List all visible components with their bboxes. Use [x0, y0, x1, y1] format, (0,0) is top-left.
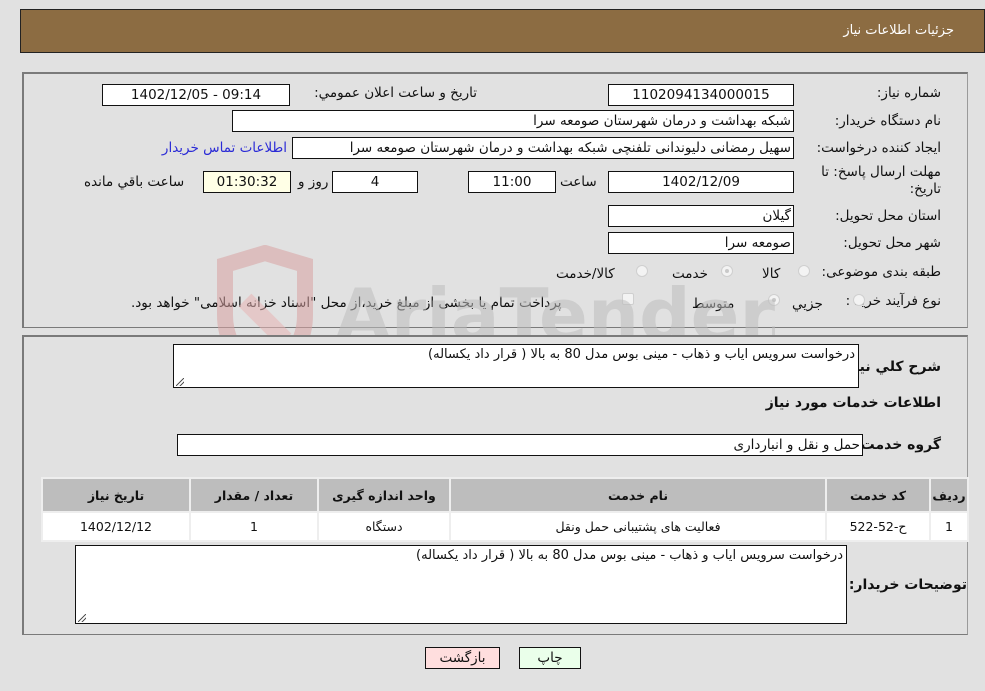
back-button[interactable]: بازگشت [425, 647, 500, 669]
col-unit: واحد اندازه گیری [317, 477, 451, 513]
remaining-time-label: ساعت باقي مانده [84, 174, 185, 190]
services-table: ردیف کد خدمت نام خدمت واحد اندازه گیری ت… [41, 477, 969, 542]
col-service-name: نام خدمت [449, 477, 827, 513]
remaining-time-field: 01:30:32 [203, 171, 291, 193]
province-label: استان محل تحویل: [835, 208, 941, 224]
print-button[interactable]: چاپ [519, 647, 581, 669]
deadline-time-label: ساعت [560, 174, 597, 190]
service-group-label: گروه خدمت: [855, 437, 941, 453]
buyer-notes-label: توضیحات خریدار: [848, 577, 967, 593]
category-option-goods-service: کالا/خدمت [556, 266, 615, 282]
table-header-row: ردیف کد خدمت نام خدمت واحد اندازه گیری ت… [41, 477, 969, 513]
need-number-label: شماره نیاز: [876, 85, 941, 101]
deadline-time-field[interactable]: 11:00 [468, 171, 556, 193]
city-label: شهر محل تحویل: [843, 235, 941, 251]
buyer-org-field[interactable]: شبکه بهداشت و درمان شهرستان صومعه سرا [232, 110, 794, 132]
buyer-contact-link[interactable]: اطلاعات تماس خریدار [162, 140, 287, 156]
deadline-date-field[interactable]: 1402/12/09 [608, 171, 794, 193]
creator-label: ایجاد کننده درخواست: [816, 140, 941, 156]
cell-service-code: ح-52-522 [825, 511, 931, 542]
city-field[interactable]: صومعه سرا [608, 232, 794, 254]
category-radio-goods[interactable] [798, 265, 810, 277]
category-radio-goods-service[interactable] [636, 265, 648, 277]
col-need-date: تاریخ نیاز [41, 477, 191, 513]
col-service-code: کد خدمت [825, 477, 931, 513]
cell-row-number: 1 [929, 511, 969, 542]
province-field[interactable]: گیلان [608, 205, 794, 227]
category-label: طبقه بندی موضوعی: [821, 264, 941, 280]
services-section-title: اطلاعات خدمات مورد نياز [765, 395, 941, 411]
category-option-service: خدمت [672, 266, 708, 282]
process-radio-minor[interactable] [853, 294, 865, 306]
cell-need-date: 1402/12/12 [41, 511, 191, 542]
creator-field[interactable]: سهیل رمضانی دلیوندانی تلفنچی شبکه بهداشت… [292, 137, 794, 159]
process-radio-medium[interactable] [768, 294, 780, 306]
process-option-medium: متوسط [692, 296, 735, 312]
announce-datetime-field[interactable]: 1402/12/05 - 09:14 [102, 84, 290, 106]
process-option-minor: جزيي [792, 296, 823, 312]
page-title: جزئیات اطلاعات نیاز [843, 23, 954, 38]
resize-grip-icon[interactable] [176, 378, 184, 386]
need-details-panel: شماره نیاز: 1102094134000015 تاریخ و ساع… [22, 72, 968, 328]
days-remaining-field[interactable]: 4 [332, 171, 418, 193]
summary-text: درخواست سرویس ایاب و ذهاب - مینی بوس مدل… [428, 347, 855, 362]
buyer-notes-textarea[interactable]: درخواست سرویس ایاب و ذهاب - مینی بوس مدل… [75, 545, 847, 624]
summary-textarea[interactable]: درخواست سرویس ایاب و ذهاب - مینی بوس مدل… [173, 344, 859, 388]
treasury-note: پرداخت تمام یا بخشی از مبلغ خرید،از محل … [131, 295, 562, 311]
cell-service-name: فعالیت های پشتیبانی حمل ونقل [449, 511, 827, 542]
page-header: جزئیات اطلاعات نیاز [20, 9, 985, 53]
announce-datetime-label: تاریخ و ساعت اعلان عمومي: [314, 85, 477, 101]
service-group-field[interactable]: حمل و نقل و انبارداری [177, 434, 863, 456]
resize-grip-icon[interactable] [78, 614, 86, 622]
treasury-checkbox[interactable] [622, 293, 634, 305]
services-panel: شرح كلي نياز: درخواست سرویس ایاب و ذهاب … [22, 335, 969, 635]
days-label: روز و [298, 174, 329, 190]
category-option-goods: کالا [762, 266, 781, 282]
buyer-notes-text: درخواست سرویس ایاب و ذهاب - مینی بوس مدل… [416, 548, 843, 563]
cell-unit: دستگاه [317, 511, 451, 542]
buyer-org-label: نام دستگاه خریدار: [834, 113, 941, 129]
cell-quantity: 1 [189, 511, 319, 542]
need-number-field[interactable]: 1102094134000015 [608, 84, 794, 106]
table-row: 1 ح-52-522 فعالیت های پشتیبانی حمل ونقل … [41, 511, 969, 542]
category-radio-service[interactable] [721, 265, 733, 277]
col-quantity: تعداد / مقدار [189, 477, 319, 513]
deadline-label: مهلت ارسال پاسخ: تا تاریخ: [821, 164, 941, 197]
col-row-number: ردیف [929, 477, 969, 513]
